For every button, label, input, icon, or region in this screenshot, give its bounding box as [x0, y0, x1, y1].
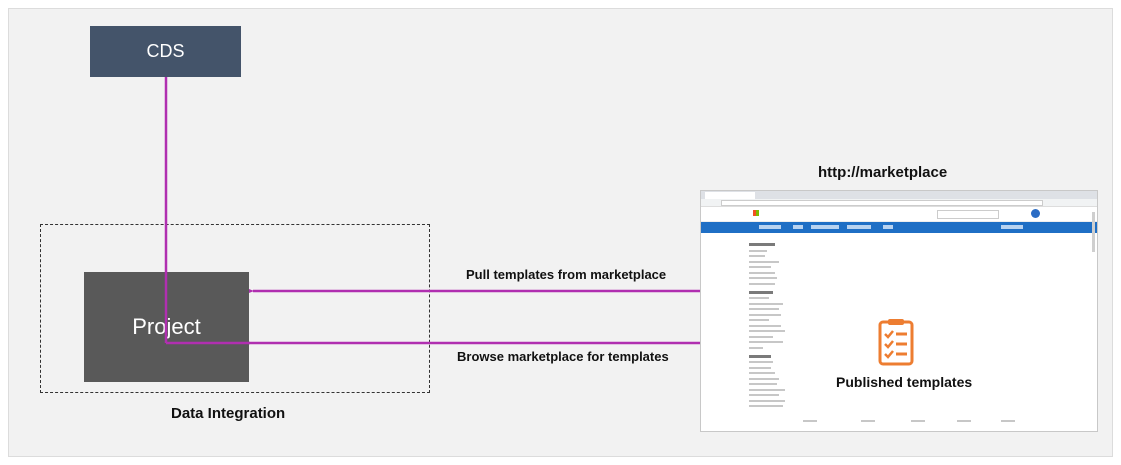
pull-templates-label: Pull templates from marketplace — [466, 267, 667, 282]
data-integration-label: Data Integration — [171, 405, 286, 422]
user-avatar-icon — [1031, 209, 1040, 218]
marketplace-search-box — [937, 210, 999, 219]
marketplace-nav-bar — [701, 222, 1097, 233]
microsoft-logo-icon — [753, 210, 759, 216]
marketplace-filter-sidebar — [749, 237, 829, 411]
browse-marketplace-label: Browse marketplace for templates — [457, 349, 669, 364]
checklist-icon — [878, 319, 914, 366]
published-templates-label: Published templates — [836, 374, 973, 390]
marketplace-url-label: http://marketplace — [818, 164, 948, 181]
marketplace-screenshot — [700, 190, 1098, 432]
